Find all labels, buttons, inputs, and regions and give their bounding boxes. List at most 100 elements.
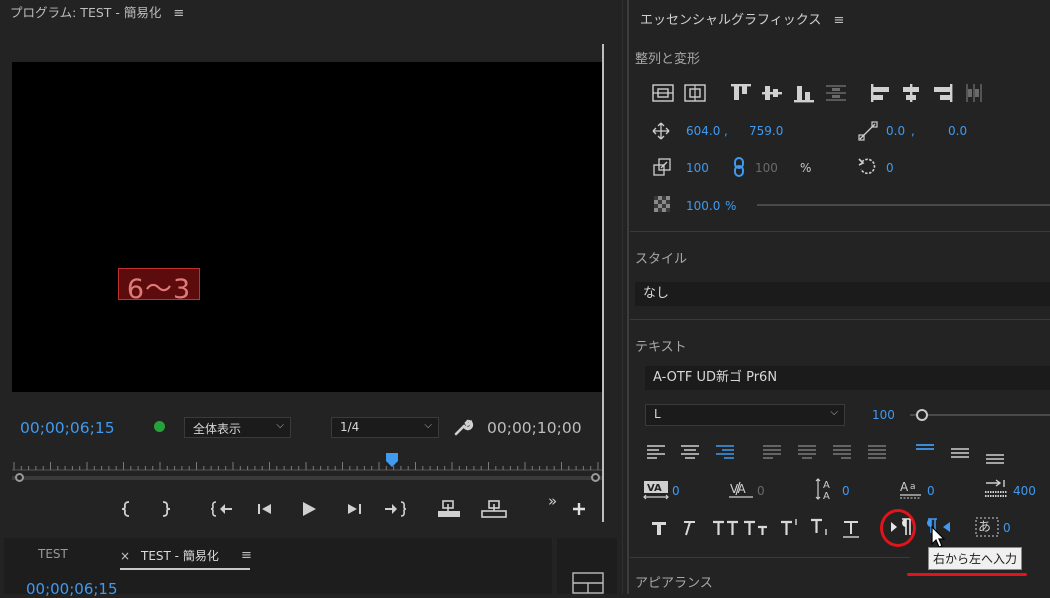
position-separator: , (724, 124, 728, 138)
playback-resolution-select[interactable]: 1/4 ⌵ (331, 417, 439, 438)
justify-last-center-icon[interactable] (797, 444, 817, 460)
text-align-top-icon[interactable] (915, 442, 935, 456)
step-forward-button[interactable] (345, 501, 363, 517)
duration-timecode: 00;00;10;00 (487, 419, 582, 437)
go-to-in-button[interactable] (210, 500, 234, 518)
scrollbar-left-handle[interactable] (15, 473, 24, 482)
opacity-slider[interactable] (757, 204, 1050, 206)
go-to-out-button[interactable] (383, 500, 407, 518)
play-button[interactable] (300, 500, 318, 518)
playhead-marker[interactable] (385, 452, 399, 468)
grid-icon[interactable] (572, 572, 604, 594)
divider (630, 557, 910, 558)
divider (630, 319, 1050, 320)
time-ruler[interactable] (12, 456, 602, 472)
align-bottom-icon[interactable] (793, 83, 815, 103)
opacity-unit: % (725, 199, 737, 213)
opacity-checker-icon (654, 196, 670, 212)
align-horizontal-center-to-frame-icon[interactable] (684, 83, 706, 103)
kerning-value[interactable]: 0 (672, 484, 680, 498)
small-caps-icon[interactable] (743, 519, 771, 537)
align-vertical-center-to-frame-icon[interactable] (652, 83, 674, 103)
panel-divider[interactable] (602, 44, 604, 522)
rotation-value[interactable]: 0 (886, 161, 894, 175)
opacity-value[interactable]: 100.0 (686, 199, 720, 213)
justify-all-icon[interactable] (867, 444, 887, 460)
mark-out-button[interactable] (160, 500, 172, 518)
tab-width-icon[interactable] (984, 479, 1008, 499)
all-caps-icon[interactable] (712, 519, 740, 537)
underline-icon[interactable] (842, 519, 860, 539)
font-size-value[interactable]: 100 (872, 408, 895, 422)
tab-close-icon[interactable]: × (120, 549, 130, 563)
tab-test[interactable]: TEST (38, 547, 68, 561)
zoom-scrollbar[interactable] (12, 476, 602, 480)
align-right-icon[interactable] (932, 83, 954, 103)
style-select[interactable]: なし (635, 282, 1050, 306)
align-text-left-icon[interactable] (646, 444, 666, 460)
caption-text: 6〜3 (126, 274, 192, 305)
anchor-y-value[interactable]: 0.0 (948, 124, 967, 138)
faux-italic-icon[interactable] (679, 519, 697, 537)
button-editor-plus-icon[interactable] (572, 502, 586, 516)
tsume-icon[interactable]: あ (974, 516, 1000, 538)
align-top-icon[interactable] (730, 83, 752, 103)
insert-button[interactable] (437, 499, 461, 519)
justify-last-left-icon[interactable] (762, 444, 782, 460)
video-preview[interactable] (12, 62, 603, 392)
panel-menu-icon[interactable]: ≡ (173, 6, 184, 21)
superscript-icon[interactable] (780, 517, 804, 537)
current-timecode[interactable]: 00;00;06;15 (20, 419, 115, 437)
zoom-level-select[interactable]: 全体表示 ⌵ (184, 417, 291, 438)
leading-value[interactable]: 0 (842, 484, 850, 498)
align-text-right-icon[interactable] (715, 444, 735, 460)
kerning-icon[interactable]: VA (643, 480, 669, 500)
align-text-center-icon[interactable] (680, 444, 700, 460)
scrollbar-right-handle[interactable] (591, 473, 600, 482)
sequence-timecode[interactable]: 00;00;06;15 (26, 580, 118, 598)
font-family-select[interactable]: A-OTF UD新ゴ Pr6N (645, 366, 1050, 390)
tsume-value[interactable]: 0 (1003, 521, 1011, 535)
align-transform-heading: 整列と変形 (635, 52, 701, 67)
mark-in-button[interactable] (120, 500, 132, 518)
baseline-shift-value[interactable]: 0 (927, 484, 935, 498)
justify-last-right-icon[interactable] (832, 444, 852, 460)
baseline-shift-icon[interactable]: Aa (899, 478, 923, 500)
tracking-value[interactable]: 0 (757, 484, 765, 498)
scale-value[interactable]: 100 (686, 161, 709, 175)
divider (630, 231, 1050, 232)
zoom-level-value: 全体表示 (193, 422, 242, 436)
step-back-button[interactable] (256, 501, 274, 517)
align-vertical-center-icon[interactable] (761, 83, 783, 103)
subscript-icon[interactable] (810, 517, 834, 537)
distribute-vertical-icon (825, 83, 847, 103)
more-controls-icon[interactable]: » (548, 492, 557, 510)
font-size-slider-track[interactable] (910, 414, 1050, 416)
panel-menu-icon[interactable]: ≡ (834, 13, 845, 28)
tab-test-simplified[interactable]: TEST - 簡易化 (141, 547, 219, 564)
text-align-middle-icon[interactable] (950, 446, 970, 460)
overwrite-button[interactable] (481, 499, 507, 519)
caption-text-box[interactable]: 6〜3 (118, 268, 200, 305)
settings-wrench-icon[interactable] (454, 418, 474, 436)
leading-icon[interactable]: AA (814, 477, 838, 501)
highlight-underline-annotation (907, 573, 1027, 576)
font-size-slider-thumb[interactable] (916, 409, 928, 421)
position-move-icon (652, 122, 670, 140)
chevron-down-icon: ⌵ (276, 420, 284, 431)
text-align-bottom-icon[interactable] (985, 450, 1005, 464)
tracking-icon[interactable]: VA (728, 480, 754, 500)
side-panel (557, 538, 617, 594)
panel-menu-icon[interactable]: ≡ (241, 548, 252, 563)
position-y-value[interactable]: 759.0 (749, 124, 783, 138)
position-x-value[interactable]: 604.0 (686, 124, 720, 138)
tab-width-value[interactable]: 400 (1013, 484, 1036, 498)
align-horizontal-center-icon[interactable] (900, 83, 922, 103)
chevron-down-icon: ⌵ (830, 407, 838, 418)
faux-bold-icon[interactable] (650, 519, 668, 537)
anchor-x-value[interactable]: 0.0 (886, 124, 905, 138)
link-scale-icon[interactable] (733, 157, 745, 177)
font-style-select[interactable]: L ⌵ (645, 404, 845, 426)
essential-graphics-title-text: エッセンシャルグラフィックス (640, 13, 822, 28)
align-left-icon[interactable] (870, 83, 892, 103)
